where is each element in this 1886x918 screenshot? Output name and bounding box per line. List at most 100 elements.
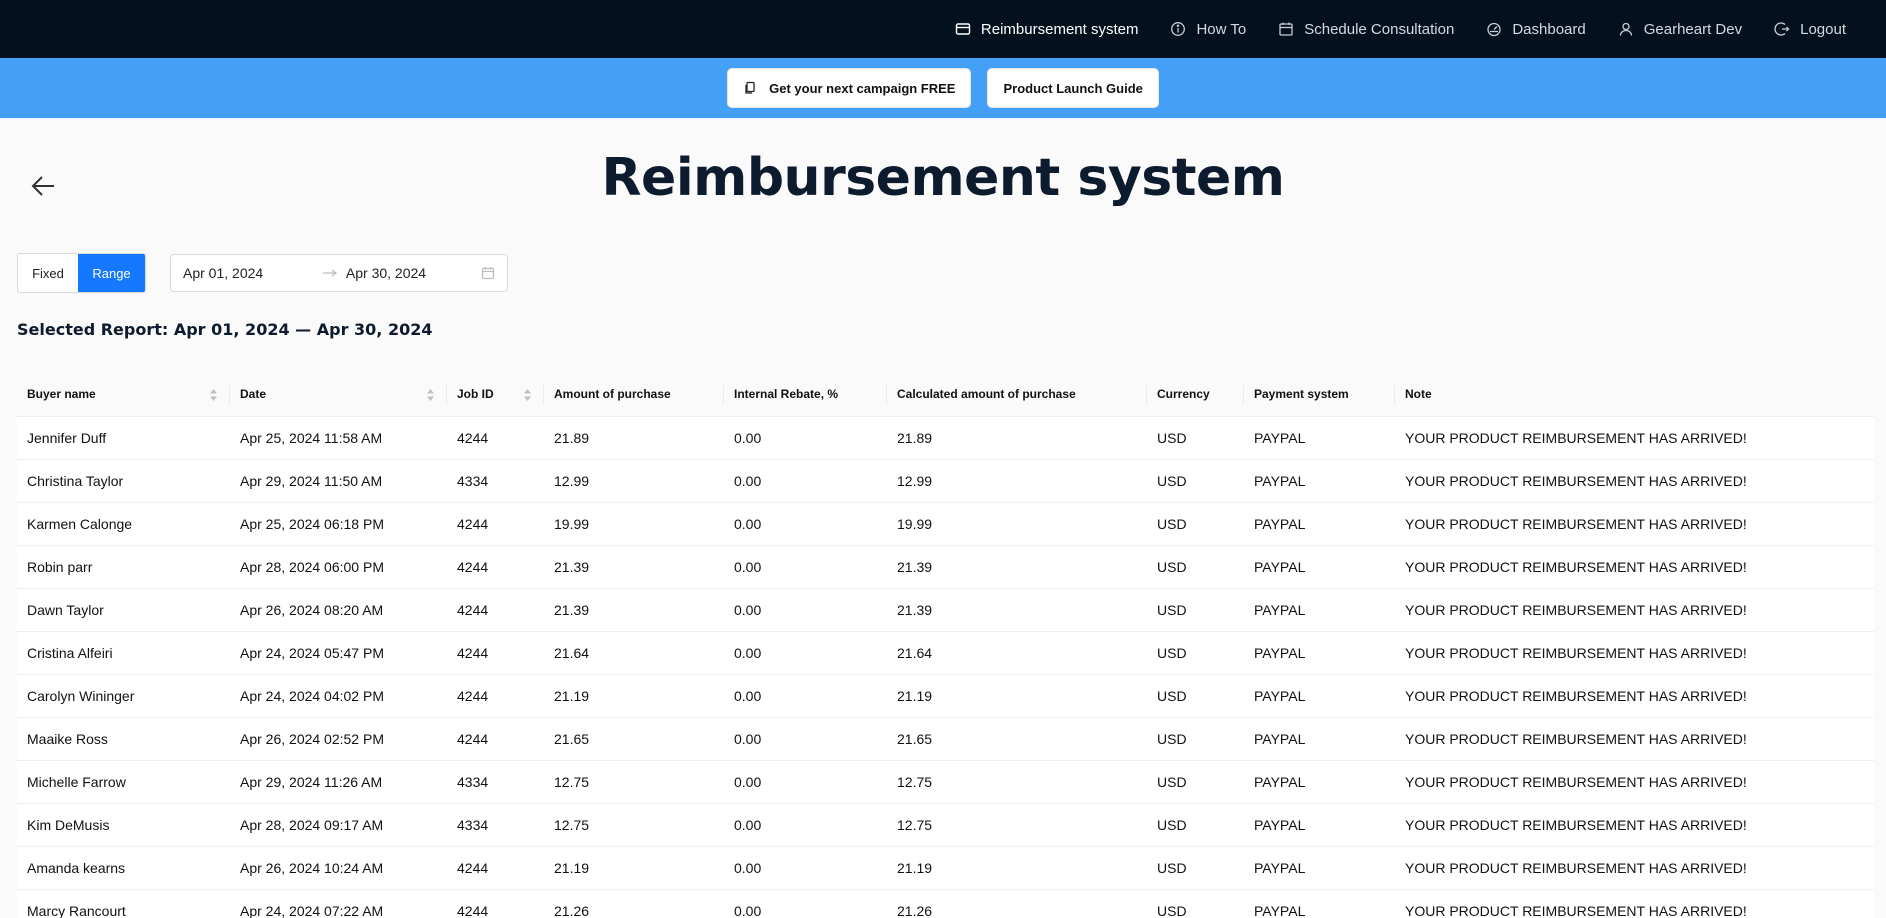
buyer-name-cell: Cristina Alfeiri xyxy=(17,631,230,675)
nav-item-profile[interactable]: Gearheart Dev xyxy=(1618,21,1742,38)
page-header: Reimbursement system xyxy=(0,118,1886,250)
rebate-cell: 0.00 xyxy=(724,889,887,918)
copy-icon xyxy=(743,81,757,95)
product-launch-guide-label: Product Launch Guide xyxy=(1003,80,1143,96)
job-id-cell: 4244 xyxy=(447,717,544,761)
rebate-cell: 0.00 xyxy=(724,502,887,546)
date-cell: Apr 26, 2024 02:52 PM xyxy=(230,717,447,761)
payment-system-cell: PAYPAL xyxy=(1244,588,1395,632)
job-id-cell: 4334 xyxy=(447,803,544,847)
buyer-name-cell: Carolyn Wininger xyxy=(17,674,230,718)
buyer-name-cell: Robin parr xyxy=(17,545,230,589)
buyer-name-cell: Dawn Taylor xyxy=(17,588,230,632)
calculated-amount-cell: 21.19 xyxy=(887,674,1147,718)
note-cell: YOUR PRODUCT REIMBURSEMENT HAS ARRIVED! xyxy=(1395,846,1874,890)
end-date-input[interactable]: Apr 30, 2024 xyxy=(346,265,481,281)
amount-cell: 21.26 xyxy=(544,889,724,918)
user-icon xyxy=(1618,21,1634,37)
nav-item-how-to[interactable]: How To xyxy=(1170,21,1246,38)
calendar-icon xyxy=(1278,21,1294,37)
currency-cell: USD xyxy=(1147,545,1244,589)
note-cell: YOUR PRODUCT REIMBURSEMENT HAS ARRIVED! xyxy=(1395,760,1874,804)
date-cell: Apr 26, 2024 08:20 AM xyxy=(230,588,447,632)
mode-fixed-button[interactable]: Fixed xyxy=(18,254,78,292)
amount-cell: 21.65 xyxy=(544,717,724,761)
nav-item-schedule-consultation[interactable]: Schedule Consultation xyxy=(1278,21,1454,38)
job-id-cell: 4334 xyxy=(447,459,544,503)
report-controls: Fixed Range Apr 01, 2024 Apr 30, 2024 xyxy=(17,253,508,293)
free-campaign-button[interactable]: Get your next campaign FREE xyxy=(727,68,972,108)
column-header[interactable]: Date xyxy=(230,373,447,417)
table-row: Amanda kearns Apr 26, 2024 10:24 AM 4244 21… xyxy=(17,846,1874,890)
job-id-cell: 4244 xyxy=(447,545,544,589)
column-header: Note xyxy=(1395,373,1874,417)
rebate-cell: 0.00 xyxy=(724,545,887,589)
nav-item-label: Logout xyxy=(1800,20,1846,38)
job-id-cell: 4244 xyxy=(447,674,544,718)
nav-item-label: How To xyxy=(1196,20,1247,38)
amount-cell: 21.19 xyxy=(544,846,724,890)
top-nav: Reimbursement system How To Schedule Con… xyxy=(0,0,1886,58)
amount-cell: 12.99 xyxy=(544,459,724,503)
selected-report-title: Selected Report: Apr 01, 2024 — Apr 30, … xyxy=(17,320,433,339)
nav-item-label: Dashboard xyxy=(1512,20,1586,38)
calculated-amount-cell: 19.99 xyxy=(887,502,1147,546)
rebate-cell: 0.00 xyxy=(724,717,887,761)
note-cell: YOUR PRODUCT REIMBURSEMENT HAS ARRIVED! xyxy=(1395,717,1874,761)
amount-cell: 12.75 xyxy=(544,760,724,804)
payment-system-cell: PAYPAL xyxy=(1244,545,1395,589)
payment-system-cell: PAYPAL xyxy=(1244,760,1395,804)
job-id-cell: 4244 xyxy=(447,502,544,546)
note-cell: YOUR PRODUCT REIMBURSEMENT HAS ARRIVED! xyxy=(1395,889,1874,918)
column-header[interactable]: Job ID xyxy=(447,373,544,417)
currency-cell: USD xyxy=(1147,760,1244,804)
date-cell: Apr 24, 2024 07:22 AM xyxy=(230,889,447,918)
nav-item-reimbursement[interactable]: Reimbursement system xyxy=(955,21,1138,38)
column-header: Calculated amount of purchase xyxy=(887,373,1147,417)
job-id-cell: 4244 xyxy=(447,416,544,460)
calculated-amount-cell: 12.75 xyxy=(887,760,1147,804)
calculated-amount-cell: 12.99 xyxy=(887,459,1147,503)
payment-system-cell: PAYPAL xyxy=(1244,717,1395,761)
calculated-amount-cell: 21.19 xyxy=(887,846,1147,890)
date-cell: Apr 29, 2024 11:26 AM xyxy=(230,760,447,804)
column-header: Payment system xyxy=(1244,373,1395,417)
table-row: Maaike Ross Apr 26, 2024 02:52 PM 4244 21.6… xyxy=(17,717,1874,761)
calculated-amount-cell: 21.39 xyxy=(887,588,1147,632)
date-cell: Apr 25, 2024 06:18 PM xyxy=(230,502,447,546)
sort-icon[interactable] xyxy=(426,388,435,402)
product-launch-guide-button[interactable]: Product Launch Guide xyxy=(987,68,1159,108)
currency-cell: USD xyxy=(1147,588,1244,632)
currency-cell: USD xyxy=(1147,717,1244,761)
buyer-name-cell: Christina Taylor xyxy=(17,459,230,503)
rebate-cell: 0.00 xyxy=(724,588,887,632)
currency-cell: USD xyxy=(1147,459,1244,503)
calendar-icon[interactable] xyxy=(481,266,495,280)
sort-icon[interactable] xyxy=(209,388,218,402)
currency-cell: USD xyxy=(1147,889,1244,918)
column-header[interactable]: Buyer name xyxy=(17,373,230,417)
column-header: Currency xyxy=(1147,373,1244,417)
note-cell: YOUR PRODUCT REIMBURSEMENT HAS ARRIVED! xyxy=(1395,502,1874,546)
date-range-picker[interactable]: Apr 01, 2024 Apr 30, 2024 xyxy=(170,254,508,292)
calculated-amount-cell: 21.39 xyxy=(887,545,1147,589)
amount-cell: 21.19 xyxy=(544,674,724,718)
sort-icon[interactable] xyxy=(523,388,532,402)
table-row: Cristina Alfeiri Apr 24, 2024 05:47 PM 424… xyxy=(17,631,1874,675)
job-id-cell: 4334 xyxy=(447,760,544,804)
mode-range-button[interactable]: Range xyxy=(78,254,145,292)
currency-cell: USD xyxy=(1147,502,1244,546)
table-row: Carolyn Wininger Apr 24, 2024 04:02 PM 424… xyxy=(17,674,1874,718)
buyer-name-cell: Jennifer Duff xyxy=(17,416,230,460)
card-icon xyxy=(955,21,971,37)
note-cell: YOUR PRODUCT REIMBURSEMENT HAS ARRIVED! xyxy=(1395,416,1874,460)
nav-item-logout[interactable]: Logout xyxy=(1774,21,1846,38)
job-id-cell: 4244 xyxy=(447,588,544,632)
promo-bar: Get your next campaign FREE Product Laun… xyxy=(0,58,1886,118)
job-id-cell: 4244 xyxy=(447,846,544,890)
calculated-amount-cell: 21.89 xyxy=(887,416,1147,460)
note-cell: YOUR PRODUCT REIMBURSEMENT HAS ARRIVED! xyxy=(1395,588,1874,632)
start-date-input[interactable]: Apr 01, 2024 xyxy=(183,265,322,281)
nav-item-dashboard[interactable]: Dashboard xyxy=(1486,20,1586,38)
currency-cell: USD xyxy=(1147,416,1244,460)
